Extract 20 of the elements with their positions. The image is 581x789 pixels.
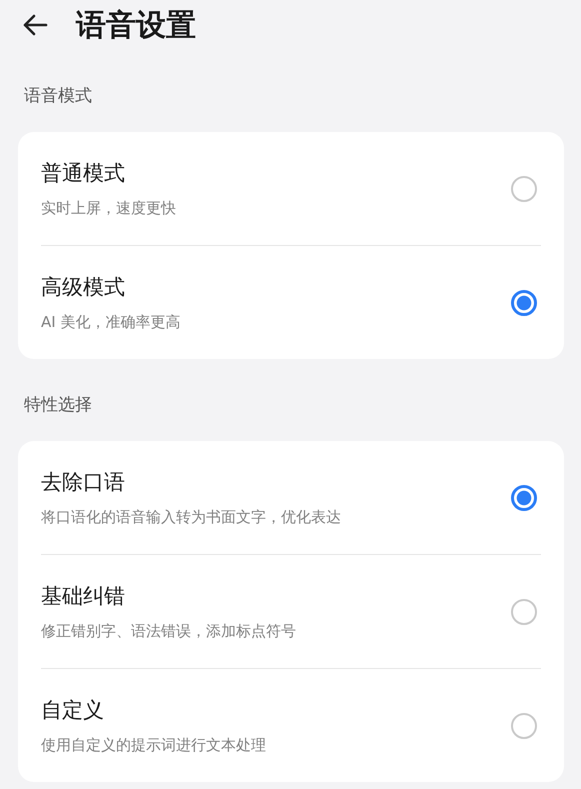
option-description: 将口语化的语音输入转为书面文字，优化表达 [41, 508, 341, 527]
option-description: AI 美化，准确率更高 [41, 313, 180, 332]
page-title: 语音设置 [76, 6, 196, 44]
option-description: 实时上屏，速度更快 [41, 199, 176, 218]
back-arrow-icon [22, 14, 48, 36]
back-button[interactable] [22, 14, 48, 36]
option-description: 使用自定义的提示词进行文本处理 [41, 736, 266, 755]
option-title: 基础纠错 [41, 583, 125, 610]
radio-button[interactable] [511, 290, 537, 316]
radio-button[interactable] [511, 484, 537, 510]
option-title: 普通模式 [41, 160, 125, 187]
option-title: 自定义 [41, 697, 104, 724]
option-description: 修正错别字、语法错误，添加标点符号 [41, 622, 296, 641]
radio-button[interactable] [511, 176, 537, 202]
section-label: 特性选择 [23, 394, 92, 416]
option-title: 去除口语 [41, 469, 125, 496]
radio-button[interactable] [511, 712, 537, 738]
option-title: 高级模式 [41, 274, 125, 301]
section-label: 语音模式 [23, 84, 92, 108]
radio-button[interactable] [511, 598, 537, 624]
